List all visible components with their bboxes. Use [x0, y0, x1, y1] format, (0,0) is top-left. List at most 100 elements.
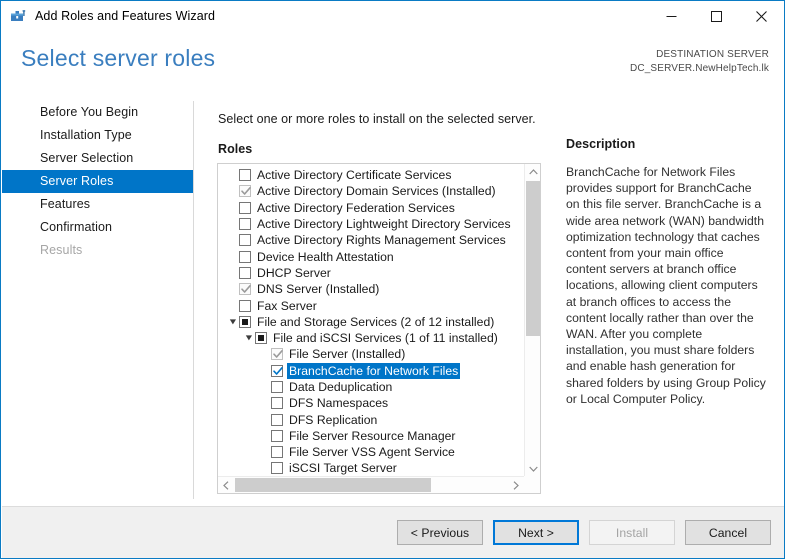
window-title: Add Roles and Features Wizard [35, 9, 216, 23]
sidebar-item-before-you-begin[interactable]: Before You Begin [2, 101, 193, 124]
previous-button[interactable]: < Previous [397, 520, 483, 545]
server-wizard-icon [9, 7, 27, 25]
expander-placeholder [226, 265, 239, 281]
role-row[interactable]: File Server Resource Manager [218, 428, 524, 444]
scroll-left-icon[interactable] [218, 477, 234, 493]
role-label: DNS Server (Installed) [257, 282, 380, 297]
role-checkbox[interactable] [239, 169, 251, 182]
role-row[interactable]: iSCSI Target Server [218, 460, 524, 476]
destination-server-block: DESTINATION SERVER DC_SERVER.NewHelpTech… [630, 48, 769, 76]
role-row[interactable]: DHCP Server [218, 265, 524, 281]
roles-tree: Active Directory Certificate Services Act… [218, 167, 524, 477]
role-label: File and Storage Services (2 of 12 insta… [257, 314, 495, 329]
role-checkbox[interactable] [271, 413, 283, 426]
role-row[interactable]: Active Directory Certificate Services [218, 167, 524, 183]
roles-list-box[interactable]: Active Directory Certificate Services Act… [217, 163, 541, 494]
expander-placeholder [258, 460, 271, 476]
expander-placeholder [226, 298, 239, 314]
close-button[interactable] [739, 1, 784, 31]
role-checkbox[interactable] [239, 266, 251, 279]
sidebar-item-label: Server Roles [40, 174, 114, 188]
minimize-button[interactable] [649, 1, 694, 31]
role-checkbox[interactable] [239, 315, 251, 328]
description-title: Description [566, 137, 636, 151]
expander-placeholder [258, 346, 271, 362]
sidebar-item-label: Before You Begin [40, 105, 139, 119]
expander-expanded-icon[interactable] [242, 330, 255, 346]
expander-placeholder [258, 412, 271, 428]
expander-expanded-icon[interactable] [226, 314, 239, 330]
scroll-up-icon[interactable] [525, 164, 540, 180]
sidebar-item-results: Results [2, 239, 193, 262]
expander-placeholder [258, 363, 271, 379]
role-label: Active Directory Federation Services [257, 200, 455, 215]
role-row[interactable]: DFS Namespaces [218, 395, 524, 411]
role-checkbox[interactable] [239, 218, 251, 231]
role-row[interactable]: Active Directory Federation Services [218, 200, 524, 216]
role-row[interactable]: Active Directory Lightweight Directory S… [218, 216, 524, 232]
scrollbar-corner [524, 476, 540, 493]
role-checkbox[interactable] [271, 397, 283, 410]
next-button[interactable]: Next > [493, 520, 579, 545]
expander-placeholder [226, 281, 239, 297]
role-checkbox[interactable] [271, 429, 283, 442]
role-checkbox[interactable] [271, 381, 283, 393]
role-checkbox[interactable] [239, 299, 251, 312]
wizard-window: Add Roles and Features Wizard Select ser… [0, 0, 785, 559]
sidebar-item-label: Features [40, 197, 91, 211]
role-checkbox [239, 185, 251, 198]
role-checkbox[interactable] [271, 462, 283, 475]
sidebar-item-server-roles[interactable]: Server Roles [2, 170, 193, 193]
expander-placeholder [258, 428, 271, 444]
role-checkbox[interactable] [271, 364, 283, 377]
role-checkbox[interactable] [239, 234, 251, 247]
sidebar-item-installation-type[interactable]: Installation Type [2, 124, 193, 147]
role-row[interactable]: Device Health Attestation [218, 248, 524, 264]
role-row[interactable]: File Server VSS Agent Service [218, 444, 524, 460]
cancel-button[interactable]: Cancel [685, 520, 771, 545]
page-title: Select server roles [21, 45, 216, 71]
role-row[interactable]: File and Storage Services (2 of 12 insta… [218, 314, 524, 330]
role-checkbox[interactable] [255, 332, 267, 345]
role-label: Active Directory Rights Management Servi… [257, 233, 506, 248]
role-label: File Server VSS Agent Service [289, 445, 455, 460]
sidebar-item-label: Server Selection [40, 151, 134, 165]
sidebar-item-label: Results [40, 243, 83, 257]
instruction-text: Select one or more roles to install on t… [218, 112, 536, 126]
role-row[interactable]: DFS Replication [218, 411, 524, 427]
sidebar-item-features[interactable]: Features [2, 193, 193, 216]
sidebar-item-confirmation[interactable]: Confirmation [2, 216, 193, 239]
role-row[interactable]: Active Directory Domain Services (Instal… [218, 183, 524, 199]
role-row[interactable]: Active Directory Rights Management Servi… [218, 232, 524, 248]
role-row[interactable]: File and iSCSI Services (1 of 11 install… [218, 330, 524, 346]
role-row[interactable]: DNS Server (Installed) [218, 281, 524, 297]
description-text: BranchCache for Network Files provides s… [566, 165, 766, 406]
main-panel: Select one or more roles to install on t… [194, 101, 783, 499]
expander-placeholder [226, 216, 239, 232]
expander-placeholder [226, 249, 239, 265]
role-label: DFS Replication [289, 412, 378, 427]
scroll-right-icon[interactable] [508, 477, 524, 493]
roles-vertical-scrollbar[interactable] [524, 164, 540, 477]
horizontal-scroll-thumb[interactable] [235, 478, 431, 492]
expander-placeholder [226, 200, 239, 216]
roles-section-label: Roles [218, 142, 253, 156]
roles-horizontal-scrollbar[interactable] [218, 476, 524, 493]
role-checkbox[interactable] [239, 201, 251, 214]
sidebar-item-server-selection[interactable]: Server Selection [2, 147, 193, 170]
role-checkbox[interactable] [239, 250, 251, 263]
role-label: Device Health Attestation [257, 249, 394, 264]
role-row[interactable]: Fax Server [218, 297, 524, 313]
destination-server-label: DESTINATION SERVER [656, 49, 769, 60]
role-row[interactable]: Data Deduplication [218, 379, 524, 395]
role-label: DHCP Server [257, 265, 331, 280]
scroll-down-icon[interactable] [525, 461, 540, 477]
role-checkbox[interactable] [271, 446, 283, 459]
role-row[interactable]: File Server (Installed) [218, 346, 524, 362]
page-header: Select server roles DESTINATION SERVER D… [2, 31, 783, 93]
maximize-button[interactable] [694, 1, 739, 31]
sidebar-item-label: Confirmation [40, 220, 113, 234]
expander-placeholder [258, 379, 271, 395]
role-row[interactable]: BranchCache for Network Files [218, 362, 524, 379]
vertical-scroll-thumb[interactable] [526, 181, 540, 336]
